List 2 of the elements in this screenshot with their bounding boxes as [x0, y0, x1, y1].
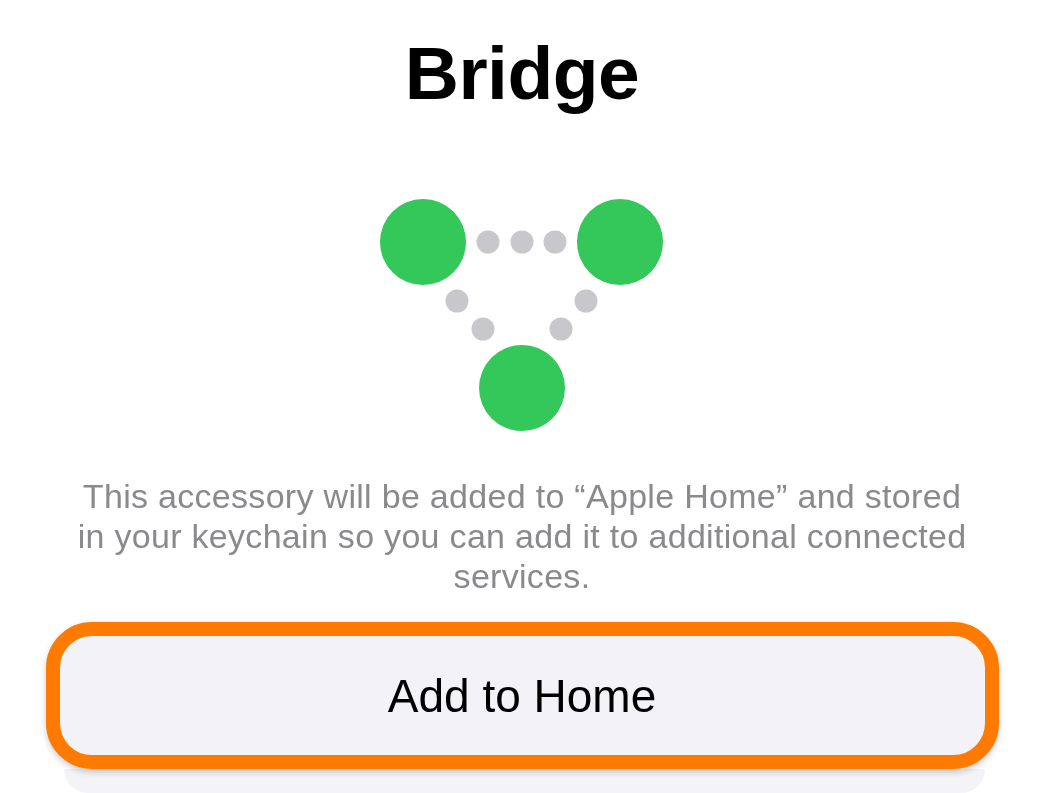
add-to-home-button[interactable]: Add to Home	[45, 622, 999, 769]
description-text: This accessory will be added to “Apple Home” and stored in your keychain so you can add it to additional connected services.	[76, 476, 968, 596]
